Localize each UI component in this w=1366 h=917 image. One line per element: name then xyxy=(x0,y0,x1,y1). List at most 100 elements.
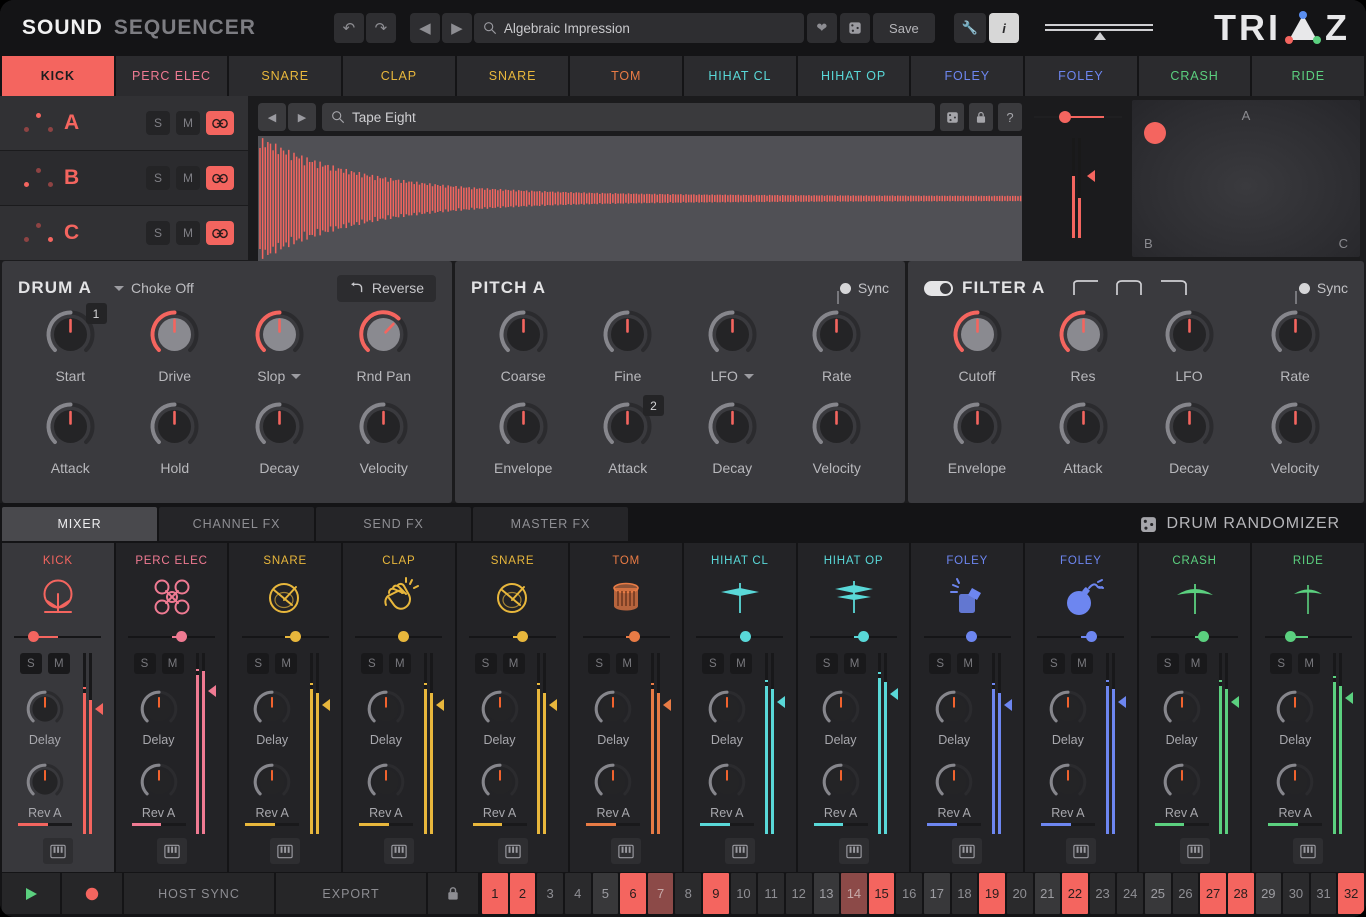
mixer-tab-mixer[interactable]: MIXER xyxy=(2,507,157,541)
step-24[interactable]: 24 xyxy=(1117,873,1143,914)
chevron-down-icon[interactable] xyxy=(291,374,301,379)
strip-reverb-knob[interactable]: Rev A xyxy=(700,761,754,826)
strip-solo-button[interactable]: S xyxy=(929,653,951,674)
strip-reverb-knob[interactable]: Rev A xyxy=(586,761,640,826)
strip-delay-knob[interactable]: Delay xyxy=(479,688,521,747)
layer-row-c[interactable]: CSM xyxy=(0,206,248,261)
knob-dial[interactable] xyxy=(705,307,760,362)
step-21[interactable]: 21 xyxy=(1035,873,1061,914)
link-icon[interactable] xyxy=(206,166,234,190)
wrench-icon[interactable]: 🔧 xyxy=(954,13,986,43)
save-button[interactable]: Save xyxy=(873,13,935,43)
pan-knob[interactable] xyxy=(1059,111,1071,123)
fader-handle-icon[interactable] xyxy=(890,688,898,700)
strip-delay-knob[interactable]: Delay xyxy=(933,688,975,747)
kit-tab-snare-4[interactable]: SNARE xyxy=(457,56,569,96)
fader-handle-icon[interactable] xyxy=(95,703,103,715)
strip-reverb-knob[interactable]: Rev A xyxy=(1155,761,1209,826)
knob-dial[interactable] xyxy=(600,307,655,362)
export-button[interactable]: EXPORT xyxy=(276,873,426,914)
step-15[interactable]: 15 xyxy=(869,873,895,914)
knob-attack[interactable]: Attack xyxy=(1030,399,1136,491)
knob-dial[interactable] xyxy=(1268,307,1323,362)
mixer-strip-hihat-cl-6[interactable]: HIHAT CLSMDelayRev A xyxy=(684,543,796,872)
layer-mute-button[interactable]: M xyxy=(176,111,200,135)
knob-start[interactable]: Start1 xyxy=(18,307,123,399)
strip-delay-knob[interactable]: Delay xyxy=(1274,688,1316,747)
keyboard-icon[interactable] xyxy=(498,838,528,864)
record-button[interactable] xyxy=(62,873,122,914)
strip-solo-button[interactable]: S xyxy=(247,653,269,674)
lowpass-icon[interactable] xyxy=(1159,278,1189,298)
knob-attack[interactable]: Attack2 xyxy=(576,399,681,491)
strip-pan-slider[interactable] xyxy=(128,631,215,643)
mixer-strip-foley-8[interactable]: FOLEYSMDelayRev A xyxy=(911,543,1023,872)
pan-knob[interactable] xyxy=(740,631,751,642)
strip-level-meter[interactable] xyxy=(191,653,217,834)
strip-level-meter[interactable] xyxy=(1101,653,1127,834)
mixer-strip-tom-5[interactable]: TOMSMDelayRev A xyxy=(570,543,682,872)
layer-mute-button[interactable]: M xyxy=(176,221,200,245)
keyboard-icon[interactable] xyxy=(270,838,300,864)
strip-delay-knob[interactable]: Delay xyxy=(1047,688,1089,747)
knob-dial[interactable] xyxy=(705,399,760,454)
keyboard-icon[interactable] xyxy=(43,838,73,864)
knob-fine[interactable]: Fine xyxy=(576,307,681,399)
strip-pan-slider[interactable] xyxy=(924,631,1011,643)
kit-tab-foley-9[interactable]: FOLEY xyxy=(1025,56,1137,96)
preset-search-input[interactable] xyxy=(504,21,795,36)
strip-pan-slider[interactable] xyxy=(14,631,101,643)
strip-reverb-knob[interactable]: Rev A xyxy=(1268,761,1322,826)
morph-position-handle[interactable] xyxy=(1144,122,1166,144)
step-11[interactable]: 11 xyxy=(758,873,784,914)
strip-delay-knob[interactable]: Delay xyxy=(138,688,180,747)
knob-dial[interactable] xyxy=(1056,307,1111,362)
keyboard-icon[interactable] xyxy=(611,838,641,864)
strip-reverb-knob[interactable]: Rev A xyxy=(245,761,299,826)
strip-reverb-bar[interactable] xyxy=(1268,823,1322,826)
strip-pan-slider[interactable] xyxy=(1265,631,1352,643)
strip-solo-button[interactable]: S xyxy=(20,653,42,674)
strip-mute-button[interactable]: M xyxy=(503,653,525,674)
step-22[interactable]: 22 xyxy=(1062,873,1088,914)
mixer-strip-snare-2[interactable]: SNARESMDelayRev A xyxy=(229,543,341,872)
host-sync-button[interactable]: HOST SYNC xyxy=(124,873,274,914)
help-button[interactable]: ? xyxy=(998,103,1022,131)
step-1[interactable]: 1 xyxy=(482,873,508,914)
step-30[interactable]: 30 xyxy=(1283,873,1309,914)
strip-solo-button[interactable]: S xyxy=(1157,653,1179,674)
strip-level-meter[interactable] xyxy=(1214,653,1240,834)
mixer-strip-clap-3[interactable]: CLAPSMDelayRev A xyxy=(343,543,455,872)
strip-delay-knob[interactable]: Delay xyxy=(1161,688,1203,747)
step-17[interactable]: 17 xyxy=(924,873,950,914)
kit-tab-clap-3[interactable]: CLAP xyxy=(343,56,455,96)
bandpass-icon[interactable] xyxy=(1115,278,1145,298)
layer-row-b[interactable]: BSM xyxy=(0,151,248,206)
strip-reverb-bar[interactable] xyxy=(700,823,754,826)
knob-rnd-pan[interactable]: Rnd Pan xyxy=(332,307,437,399)
knob-slop[interactable]: Slop xyxy=(227,307,332,399)
strip-pan-slider[interactable] xyxy=(583,631,670,643)
knob-dial[interactable] xyxy=(252,399,307,454)
mixer-strip-hihat-op-7[interactable]: HIHAT OPSMDelayRev A xyxy=(798,543,910,872)
knob-attack[interactable]: Attack xyxy=(18,399,123,491)
keyboard-icon[interactable] xyxy=(1066,838,1096,864)
knob-rate[interactable]: Rate xyxy=(785,307,890,399)
knob-dial[interactable] xyxy=(950,307,1005,362)
link-icon[interactable] xyxy=(206,111,234,135)
chevron-down-icon[interactable] xyxy=(744,374,754,379)
strip-mute-button[interactable]: M xyxy=(730,653,752,674)
strip-reverb-bar[interactable] xyxy=(245,823,299,826)
step-8[interactable]: 8 xyxy=(675,873,701,914)
mixer-tab-send-fx[interactable]: SEND FX xyxy=(316,507,471,541)
choke-dropdown[interactable]: Choke Off xyxy=(114,280,194,296)
pan-knob[interactable] xyxy=(1285,631,1296,642)
strip-reverb-knob[interactable]: Rev A xyxy=(18,761,72,826)
strip-mute-button[interactable]: M xyxy=(275,653,297,674)
strip-reverb-knob[interactable]: Rev A xyxy=(473,761,527,826)
step-5[interactable]: 5 xyxy=(593,873,619,914)
strip-reverb-bar[interactable] xyxy=(1041,823,1095,826)
highpass-icon[interactable] xyxy=(1071,278,1101,298)
strip-mute-button[interactable]: M xyxy=(957,653,979,674)
strip-reverb-bar[interactable] xyxy=(1155,823,1209,826)
